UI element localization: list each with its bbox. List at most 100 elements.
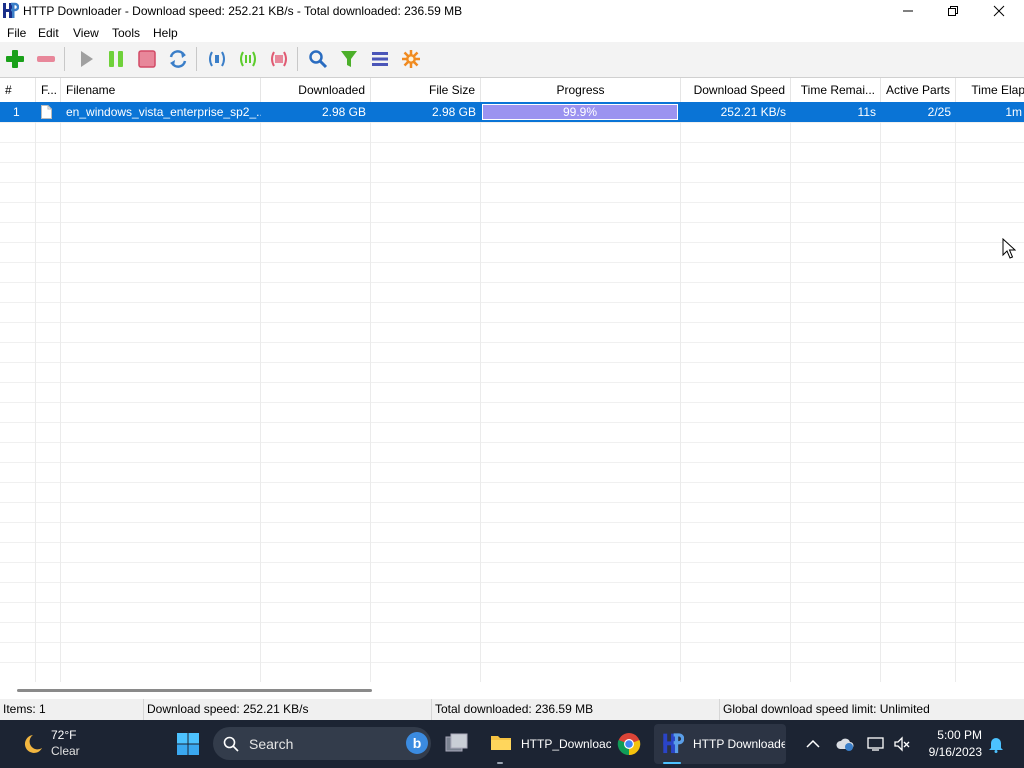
minimize-button[interactable]	[885, 0, 931, 22]
menu-file[interactable]: File	[7, 26, 26, 40]
onedrive-tray-button[interactable]	[835, 734, 855, 754]
list-icon	[372, 52, 388, 66]
file-icon	[41, 105, 52, 119]
folder-icon	[491, 736, 511, 750]
start-queued-icon	[240, 51, 256, 67]
column-header-filetype[interactable]: F...	[36, 78, 61, 102]
stop-all-button[interactable]	[267, 47, 291, 71]
grid-row-line	[0, 502, 1024, 503]
pause-active-button[interactable]	[205, 47, 229, 71]
restart-icon	[169, 50, 187, 68]
download-row-selected[interactable]: 1 en_windows_vista_enterprise_sp2_... 2.…	[0, 102, 1024, 122]
options-button[interactable]	[399, 47, 423, 71]
grid-row-line	[0, 462, 1024, 463]
pause-active-icon	[209, 51, 225, 67]
menu-help[interactable]: Help	[153, 26, 178, 40]
menu-tools[interactable]: Tools	[112, 26, 140, 40]
taskbar-search-box[interactable]: Search b	[213, 727, 431, 760]
clock-date[interactable]: 9/16/2023	[920, 745, 982, 759]
column-header-active-parts[interactable]: Active Parts	[881, 78, 956, 102]
monitor-icon	[867, 737, 884, 751]
column-header-time-remaining[interactable]: Time Remai...	[791, 78, 881, 102]
toolbar	[0, 42, 1024, 78]
grid-row-line	[0, 362, 1024, 363]
grid-row-line	[0, 622, 1024, 623]
network-tray-button[interactable]	[866, 734, 886, 754]
mouse-cursor-icon	[1002, 238, 1016, 259]
title-bar: HTTP Downloader - Download speed: 252.21…	[0, 0, 1024, 22]
grid-row-line	[0, 282, 1024, 283]
restore-button[interactable]	[930, 0, 976, 22]
weather-temperature[interactable]: 72°F	[51, 728, 76, 742]
download-list[interactable]: 1 en_windows_vista_enterprise_sp2_... 2.…	[0, 102, 1024, 682]
task-view-icon[interactable]	[445, 733, 469, 755]
grid-column-line	[955, 102, 956, 682]
speaker-muted-icon	[894, 736, 910, 752]
row-number: 1	[13, 105, 20, 119]
progress-label: 99.9%	[562, 105, 598, 119]
column-header-time-elapsed[interactable]: Time Elaps	[956, 78, 1024, 102]
column-header-progress[interactable]: Progress	[481, 78, 681, 102]
bing-icon[interactable]: b	[406, 732, 428, 754]
moon-icon[interactable]	[18, 733, 44, 755]
grid-row-line	[0, 662, 1024, 663]
search-icon	[309, 50, 328, 69]
grid-row-line	[0, 382, 1024, 383]
stop-icon	[138, 50, 156, 68]
grid-row-line	[0, 442, 1024, 443]
progress-bar: 99.9%	[482, 104, 678, 120]
scrollbar-thumb[interactable]	[17, 689, 372, 692]
status-speed-limit[interactable]: Global download speed limit: Unlimited	[720, 699, 1024, 720]
windows-start-icon[interactable]	[176, 732, 200, 756]
show-hidden-icons-button[interactable]	[803, 734, 823, 754]
remove-icon	[37, 56, 55, 62]
column-header-downloaded[interactable]: Downloaded	[261, 78, 371, 102]
close-button[interactable]	[976, 0, 1022, 22]
menu-edit[interactable]: Edit	[38, 26, 59, 40]
menu-view[interactable]: View	[73, 26, 99, 40]
column-header-filename[interactable]: Filename	[61, 78, 261, 102]
active-indicator	[663, 762, 681, 764]
volume-tray-button[interactable]	[892, 734, 912, 754]
grid-row-line	[0, 262, 1024, 263]
grid-row-line	[0, 302, 1024, 303]
list-button[interactable]	[368, 47, 392, 71]
pause-button[interactable]	[104, 47, 128, 71]
stop-all-icon	[271, 51, 287, 67]
status-download-speed: Download speed: 252.21 KB/s	[144, 699, 432, 720]
clock-time[interactable]: 5:00 PM	[920, 728, 982, 742]
notifications-button[interactable]	[986, 734, 1006, 754]
taskbar-app-http-downloader[interactable]: HTTP Downloade	[654, 724, 786, 764]
http-downloader-taskbar-icon	[663, 733, 684, 754]
search-button[interactable]	[306, 47, 330, 71]
start-button[interactable]	[74, 47, 98, 71]
add-icon	[6, 50, 24, 68]
minimize-icon	[903, 10, 913, 12]
taskbar-app-chrome[interactable]	[612, 724, 646, 764]
start-queued-button[interactable]	[236, 47, 260, 71]
horizontal-scrollbar[interactable]	[0, 682, 1024, 699]
grid-row-line	[0, 562, 1024, 563]
remove-download-button[interactable]	[34, 47, 58, 71]
status-total-downloaded: Total downloaded: 236.59 MB	[432, 699, 720, 720]
row-download-speed: 252.21 KB/s	[720, 105, 786, 119]
window-title: HTTP Downloader - Download speed: 252.21…	[23, 4, 463, 18]
stop-button[interactable]	[135, 47, 159, 71]
filter-button[interactable]	[337, 47, 361, 71]
add-download-button[interactable]	[3, 47, 27, 71]
chrome-icon	[617, 733, 641, 756]
grid-row-line	[0, 182, 1024, 183]
taskbar-app-file-explorer[interactable]: HTTP_Downloac	[484, 724, 612, 764]
taskbar-search-placeholder: Search	[249, 736, 294, 752]
toolbar-separator	[297, 47, 298, 71]
column-header-file-size[interactable]: File Size	[371, 78, 481, 102]
restart-button[interactable]	[166, 47, 190, 71]
grid-column-line	[880, 102, 881, 682]
column-header-download-speed[interactable]: Download Speed	[681, 78, 791, 102]
column-header-number[interactable]: #	[0, 78, 36, 102]
row-time-elapsed: 1m	[1005, 105, 1022, 119]
weather-condition[interactable]: Clear	[51, 744, 80, 758]
toolbar-separator	[196, 47, 197, 71]
grid-column-line	[35, 102, 36, 682]
grid-row-line	[0, 482, 1024, 483]
